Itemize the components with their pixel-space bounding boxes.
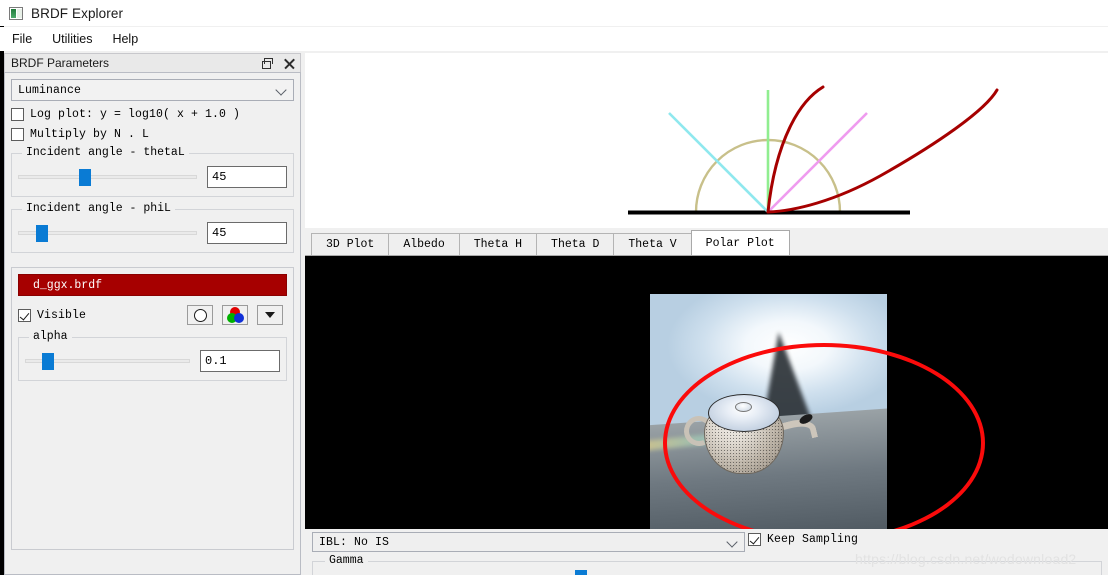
alpha-slider[interactable] xyxy=(25,353,190,370)
brdf-entry-card: d_ggx.brdf Visible alpha 0.1 xyxy=(11,267,294,550)
log-plot-checkbox[interactable] xyxy=(11,108,24,121)
keep-sampling-row[interactable]: Keep Sampling xyxy=(748,533,858,546)
float-icon[interactable] xyxy=(260,57,273,70)
polar-plot-svg xyxy=(628,85,999,215)
teapot-knob xyxy=(735,402,752,412)
chevron-down-icon xyxy=(728,538,736,546)
thetaL-slider[interactable] xyxy=(18,169,197,186)
panel-header-buttons xyxy=(260,54,296,73)
tab-polar-plot[interactable]: Polar Plot xyxy=(690,230,790,255)
panel-header: BRDF Parameters xyxy=(4,53,301,72)
teapot-lid xyxy=(708,394,780,432)
tab-theta-h[interactable]: Theta H xyxy=(458,233,538,255)
menu-item-file[interactable]: File xyxy=(10,30,42,48)
rgb-color-wheel-icon[interactable] xyxy=(222,305,248,325)
alpha-legend: alpha xyxy=(29,330,72,343)
circle-outline-icon[interactable] xyxy=(187,305,213,325)
render-viewport[interactable] xyxy=(305,256,1108,529)
multiply-nl-row[interactable]: Multiply by N . L xyxy=(11,128,294,141)
alpha-group: alpha 0.1 xyxy=(18,330,287,381)
thetaL-value-input[interactable]: 45 xyxy=(207,166,287,188)
phiL-value-input[interactable]: 45 xyxy=(207,222,287,244)
channel-select-value: Luminance xyxy=(18,83,82,97)
keep-sampling-label: Keep Sampling xyxy=(767,533,859,546)
keep-sampling-checkbox[interactable] xyxy=(748,533,761,546)
thetaL-slider-track xyxy=(18,175,197,179)
phiL-slider[interactable] xyxy=(18,225,197,242)
phiL-group: Incident angle - phiL 45 xyxy=(11,202,294,253)
brdf-name-banner[interactable]: d_ggx.brdf xyxy=(18,274,287,296)
thetaL-slider-handle[interactable] xyxy=(78,169,91,186)
alpha-slider-handle[interactable] xyxy=(41,353,54,370)
incident-direction-ray xyxy=(668,112,769,213)
title-bar: BRDF Explorer xyxy=(0,0,1108,26)
plot-tabs: 3D Plot Albedo Theta H Theta D Theta V P… xyxy=(305,230,1108,256)
brdf-parameters-panel: BRDF Parameters Luminance Log plot: y = … xyxy=(4,53,301,575)
menu-item-help[interactable]: Help xyxy=(102,30,148,48)
panel-title: BRDF Parameters xyxy=(11,56,110,70)
phiL-slider-handle[interactable] xyxy=(35,225,48,242)
brdf-visible-label: Visible xyxy=(37,308,87,322)
polar-plot-canvas[interactable] xyxy=(305,53,1108,228)
tab-albedo[interactable]: Albedo xyxy=(388,233,460,255)
gamma-slider-handle[interactable] xyxy=(575,570,587,575)
chevron-down-icon xyxy=(277,88,285,96)
render-bottom-bar: IBL: No IS Keep Sampling Gamma xyxy=(305,529,1108,575)
teapot-render xyxy=(650,294,887,529)
log-plot-row[interactable]: Log plot: y = log10( x + 1.0 ) xyxy=(11,108,294,121)
panel-body: Luminance Log plot: y = log10( x + 1.0 )… xyxy=(4,72,301,575)
ibl-select-value: IBL: No IS xyxy=(319,535,390,549)
tab-theta-v[interactable]: Theta V xyxy=(613,233,692,255)
mirror-reflection-ray xyxy=(767,112,868,213)
brdf-lobe-narrow-curve xyxy=(766,85,825,214)
menu-bar: File Utilities Help xyxy=(0,27,1108,51)
ibl-select[interactable]: IBL: No IS xyxy=(312,532,745,552)
window-title: BRDF Explorer xyxy=(31,5,124,21)
phiL-legend: Incident angle - phiL xyxy=(22,202,175,215)
alpha-value-input[interactable]: 0.1 xyxy=(200,350,280,372)
gamma-group: Gamma xyxy=(312,554,1102,575)
thetaL-legend: Incident angle - thetaL xyxy=(22,146,189,159)
multiply-nl-label: Multiply by N . L xyxy=(30,128,150,141)
brdf-controls-row: Visible xyxy=(18,305,287,325)
app-icon xyxy=(9,6,23,20)
gamma-legend: Gamma xyxy=(325,554,368,567)
log-plot-label: Log plot: y = log10( x + 1.0 ) xyxy=(30,108,241,121)
tab-theta-d[interactable]: Theta D xyxy=(536,233,615,255)
multiply-nl-checkbox[interactable] xyxy=(11,128,24,141)
channel-select[interactable]: Luminance xyxy=(11,79,294,101)
tab-3d-plot[interactable]: 3D Plot xyxy=(311,233,390,255)
brdf-more-chevron-down-icon[interactable] xyxy=(257,305,283,325)
brdf-visible-checkbox[interactable] xyxy=(18,308,31,322)
teapot-model xyxy=(678,386,818,476)
menu-item-utilities[interactable]: Utilities xyxy=(42,30,102,48)
thetaL-group: Incident angle - thetaL 45 xyxy=(11,146,294,197)
close-icon[interactable] xyxy=(283,57,296,70)
brdf-explorer-window: BRDF Explorer File Utilities Help BRDF P… xyxy=(0,0,1108,575)
